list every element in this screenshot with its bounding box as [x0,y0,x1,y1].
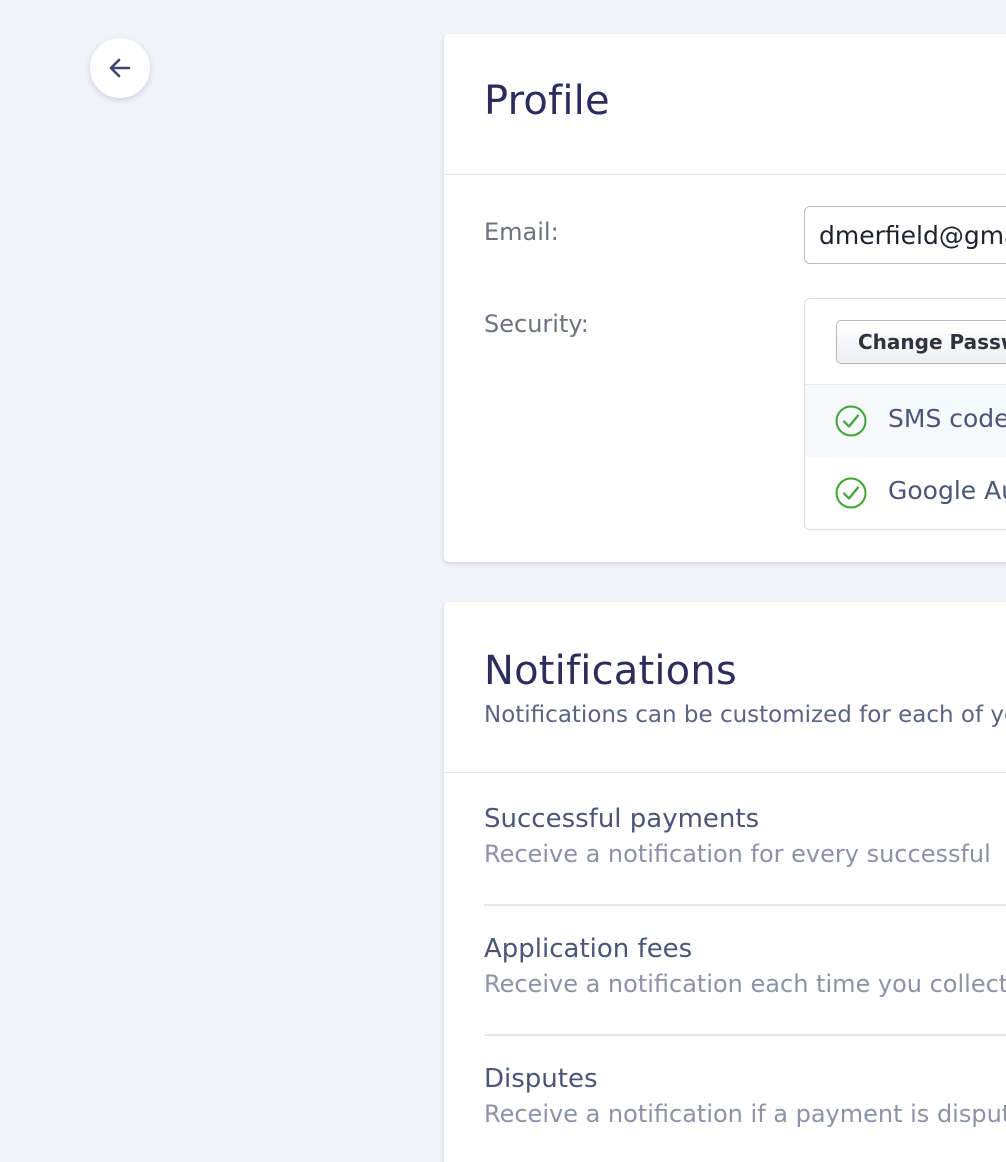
profile-card: Profile Email: Security: Change Password… [444,34,1006,562]
notification-item-title: Application fees [484,934,693,964]
check-circle-icon [835,477,867,509]
page: Profile Email: Security: Change Password… [0,0,1006,1162]
security-panel: Change Password SMS code Google Authenti… [804,298,1006,530]
notifications-title: Notifications [484,648,737,694]
notification-item-title: Disputes [484,1064,598,1094]
security-method-sms[interactable]: SMS code [805,385,1006,457]
notification-item-title: Successful payments [484,804,760,834]
notifications-card: Notifications Notifications can be custo… [444,602,1006,1162]
notification-item-disputes[interactable]: Disputes Receive a notification if a pay… [484,1064,1006,1162]
notification-item-description: Receive a notification for every success… [484,840,991,868]
notification-item-description: Receive a notification if a payment is d… [484,1100,1006,1128]
security-method-google-authenticator[interactable]: Google Authenticator [805,457,1006,529]
arrow-left-icon [109,58,131,78]
back-button[interactable] [90,38,150,98]
security-label: Security: [484,310,589,338]
notification-item-description: Receive a notification each time you col… [484,970,1006,998]
email-field[interactable] [804,206,1006,264]
notification-item-application-fees[interactable]: Application fees Receive a notification … [484,934,1006,1044]
notification-item-successful-payments[interactable]: Successful payments Receive a notificati… [484,804,1006,914]
change-password-button[interactable]: Change Password [836,320,1006,364]
notification-divider [484,1034,1006,1036]
notifications-subtitle: Notifications can be customized for each… [484,702,1006,728]
profile-header-divider [444,174,1006,175]
security-method-label: Google Authenticator [888,476,1006,505]
email-label: Email: [484,218,559,246]
check-circle-icon [835,405,867,437]
notifications-header-divider [444,772,1006,773]
profile-title: Profile [484,78,610,124]
notification-divider [484,904,1006,906]
security-method-label: SMS code [888,404,1006,433]
